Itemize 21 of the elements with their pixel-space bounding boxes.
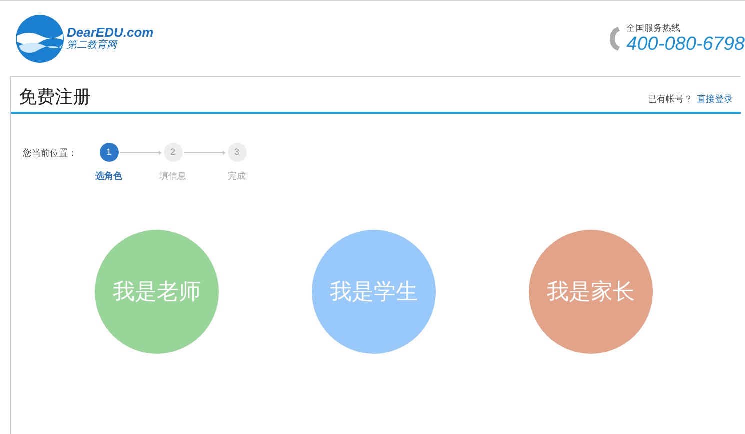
step-label: 选角色: [96, 170, 122, 183]
logo-text: DearEDU.com: [67, 26, 154, 39]
role-button[interactable]: 我是老师: [95, 230, 219, 354]
step-number: 2: [164, 143, 182, 162]
step-label: 完成: [228, 170, 246, 183]
role-button[interactable]: 我是家长: [529, 230, 653, 354]
globe-logo-icon: [15, 14, 65, 64]
hotline-label: 全国服务热线: [626, 24, 682, 32]
role-button[interactable]: 我是学生: [312, 230, 436, 354]
arrow-icon: [119, 150, 163, 156]
step-number: 3: [228, 143, 246, 162]
location-label: 您当前位置：: [23, 147, 78, 160]
hotline-number: 400-080-6798: [626, 34, 745, 54]
login-link[interactable]: 直接登录: [697, 92, 733, 106]
logo-subtext: 第二教育网: [67, 41, 119, 51]
page-title: 免费注册: [19, 88, 91, 106]
login-prompt: 已有帐号？: [648, 92, 693, 106]
step-number: 1: [100, 143, 118, 162]
step-label: 填信息: [160, 170, 186, 183]
arrow-icon: [183, 150, 227, 156]
phone-icon: [608, 26, 621, 52]
